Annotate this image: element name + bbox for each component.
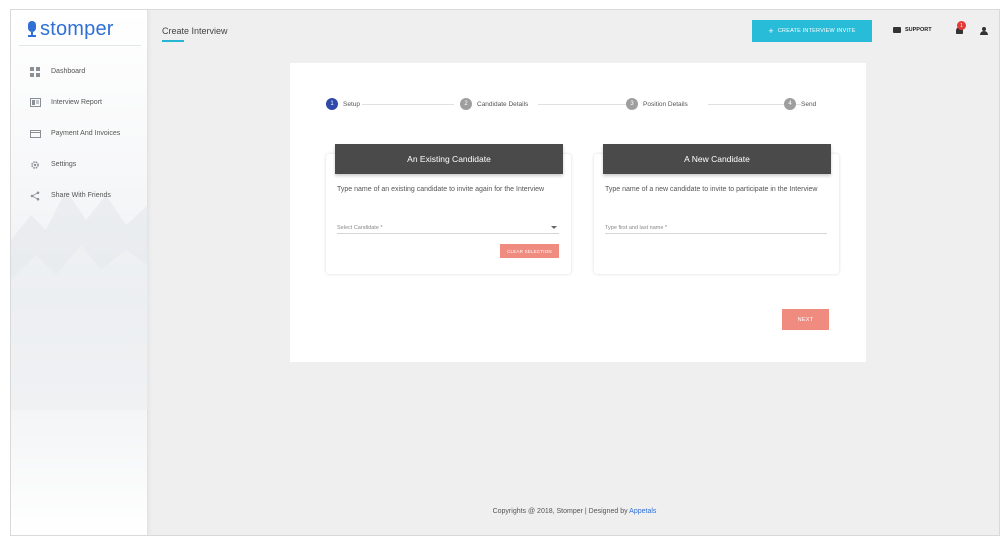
select-candidate-placeholder: Select Candidate * <box>337 224 383 231</box>
step-number: 1 <box>326 98 338 110</box>
footer-text: Copyrights @ 2018, Stomper | Designed by <box>492 508 630 515</box>
create-interview-invite-button[interactable]: + CREATE INTERVIEW INVITE <box>752 20 872 42</box>
sidebar-item-settings[interactable]: Settings <box>11 149 148 180</box>
new-candidate-title: A New Candidate <box>603 144 831 174</box>
support-link[interactable]: SUPPORT <box>893 27 932 33</box>
sidebar-item-interview-report[interactable]: Interview Report <box>11 87 148 118</box>
brand-name: stomper <box>40 17 114 40</box>
step-setup[interactable]: 1 Setup <box>326 98 362 110</box>
plus-icon: + <box>768 25 774 36</box>
sidebar-item-label: Settings <box>51 161 77 168</box>
candidate-name-placeholder: Type first and last name * <box>605 224 668 231</box>
logo-divider <box>19 45 141 46</box>
step-send[interactable]: 4 Send <box>784 98 819 110</box>
report-icon <box>29 97 41 109</box>
existing-candidate-title: An Existing Candidate <box>335 144 563 174</box>
logo[interactable]: stomper <box>27 16 114 42</box>
step-connector <box>362 104 454 105</box>
notification-badge: 1 <box>957 21 966 30</box>
gear-icon <box>29 159 41 171</box>
stepper: 1 Setup 2 Candidate Details 3 Position D… <box>326 98 822 114</box>
chat-icon <box>893 27 901 33</box>
step-label: Position Details <box>643 100 690 108</box>
sidebar-item-label: Payment And Invoices <box>51 130 121 137</box>
title-underline <box>162 40 184 42</box>
new-candidate-description: Type name of a new candidate to invite t… <box>605 186 818 193</box>
support-label: SUPPORT <box>905 27 932 33</box>
footer-link[interactable]: Appetals <box>629 508 656 515</box>
card-icon <box>29 128 41 140</box>
sidebar-item-payment[interactable]: Payment And Invoices <box>11 118 148 149</box>
sidebar-item-dashboard[interactable]: Dashboard <box>11 56 148 87</box>
clear-selection-button[interactable]: CLEAR SELECTION <box>500 244 559 258</box>
new-candidate-card: A New Candidate Type name of a new candi… <box>594 144 839 274</box>
candidate-name-input[interactable]: Type first and last name * <box>605 222 827 234</box>
step-number: 3 <box>626 98 638 110</box>
step-connector <box>538 104 636 105</box>
existing-candidate-description: Type name of an existing candidate to in… <box>337 186 545 193</box>
user-icon[interactable] <box>980 27 988 35</box>
page-title: Create Interview <box>162 26 228 36</box>
step-number: 4 <box>784 98 796 110</box>
app-frame: stomper Dashboard Interview Report Payme… <box>10 9 1000 536</box>
chevron-down-icon <box>551 226 557 229</box>
invite-button-label: CREATE INTERVIEW INVITE <box>777 28 856 34</box>
next-button[interactable]: NEXT <box>782 309 829 330</box>
sidebar: stomper Dashboard Interview Report Payme… <box>11 10 148 535</box>
step-position-details[interactable]: 3 Position Details <box>626 98 690 110</box>
step-label: Setup <box>343 100 362 108</box>
footer: Copyrights @ 2018, Stomper | Designed by… <box>148 508 999 515</box>
existing-candidate-card: An Existing Candidate Type name of an ex… <box>326 144 571 274</box>
sidebar-nav: Dashboard Interview Report Payment And I… <box>11 56 148 211</box>
sidebar-item-label: Dashboard <box>51 68 86 75</box>
sidebar-item-label: Share With Friends <box>51 192 111 199</box>
step-number: 2 <box>460 98 472 110</box>
step-label: Candidate Details <box>477 100 531 108</box>
share-icon <box>29 190 41 202</box>
sidebar-item-share[interactable]: Share With Friends <box>11 180 148 211</box>
select-candidate-dropdown[interactable]: Select Candidate * <box>337 222 559 234</box>
microphone-icon <box>27 20 37 38</box>
dashboard-icon <box>29 66 41 78</box>
step-candidate-details[interactable]: 2 Candidate Details <box>460 98 531 110</box>
create-interview-card: 1 Setup 2 Candidate Details 3 Position D… <box>290 63 866 362</box>
top-bar: Create Interview + CREATE INTERVIEW INVI… <box>148 10 999 51</box>
sidebar-item-label: Interview Report <box>51 99 102 106</box>
step-label: Send <box>801 100 819 108</box>
